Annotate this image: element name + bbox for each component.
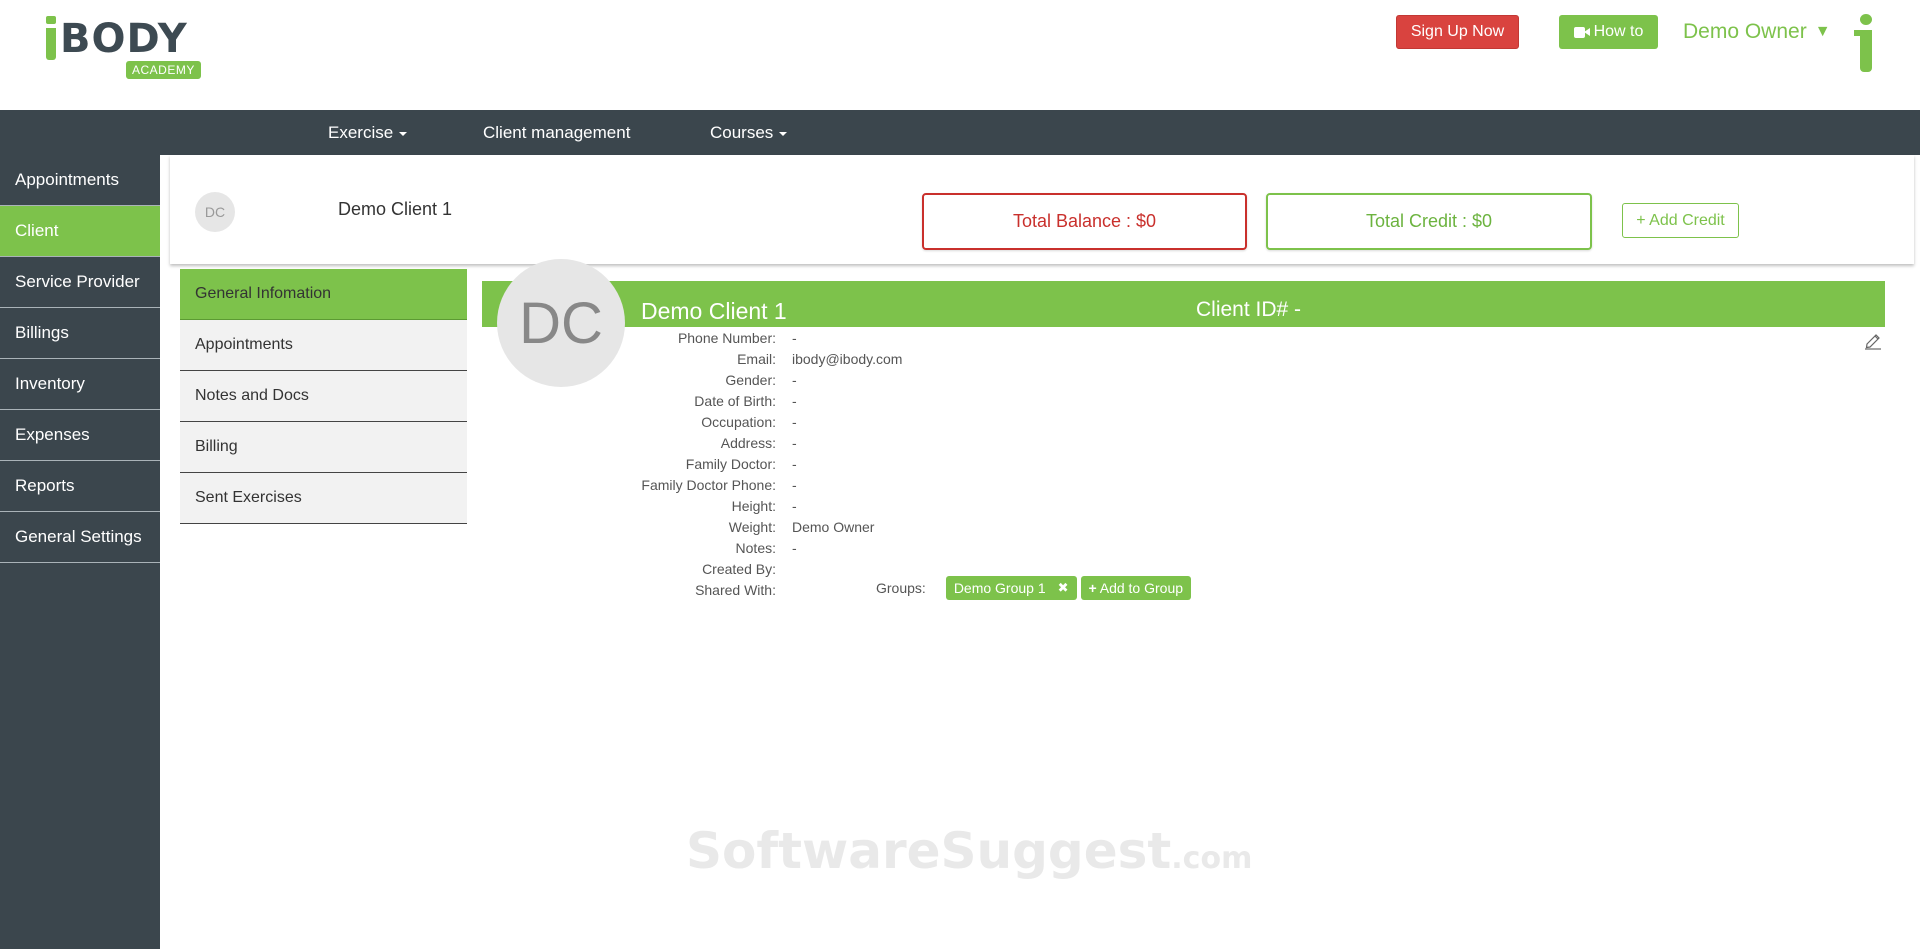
tab-general-information[interactable]: General Infomation	[180, 269, 467, 320]
nav-exercise-label: Exercise	[328, 122, 394, 142]
sidebar-item-reports[interactable]: Reports	[0, 461, 160, 512]
groups-section: Groups: Demo Group 1 ✖ + Add to Group	[876, 576, 1192, 600]
sidebar-item-client[interactable]: Client	[0, 206, 160, 257]
caret-down-icon: ▼	[1814, 23, 1831, 40]
client-name: Demo Client 1	[338, 199, 453, 219]
watermark-suffix: .com	[1171, 841, 1253, 876]
client-summary-strip: DC Demo Client 1 Total Balance : $0 Tota…	[170, 155, 1914, 264]
edit-pencil-icon[interactable]	[1863, 330, 1883, 350]
user-menu[interactable]: Demo Owner ▼	[1683, 17, 1831, 47]
sidebar-item-expenses[interactable]: Expenses	[0, 410, 160, 461]
add-to-group-label: Add to Group	[1099, 580, 1184, 596]
remove-x-icon[interactable]: ✖	[1058, 580, 1069, 596]
total-credit-box: Total Credit : $0	[1266, 193, 1592, 250]
client-id: Client ID# -	[1196, 298, 1302, 321]
total-balance-box: Total Balance : $0	[922, 193, 1247, 250]
nav-courses[interactable]: Courses	[710, 110, 788, 155]
client-avatar-large[interactable]: DC	[497, 259, 625, 387]
client-submenu: General Infomation Appointments Notes an…	[180, 269, 467, 524]
sidebar-item-general-settings[interactable]: General Settings	[0, 512, 160, 563]
logo-i-icon	[44, 16, 58, 60]
how-to-button[interactable]: How to	[1559, 15, 1658, 49]
nav-courses-label: Courses	[710, 122, 774, 142]
client-avatar-small: DC	[195, 192, 235, 232]
sidebar-item-inventory[interactable]: Inventory	[0, 359, 160, 410]
video-camera-icon	[1573, 26, 1590, 38]
group-tag-label: Demo Group 1	[953, 580, 1046, 596]
groups-label: Groups:	[876, 580, 926, 596]
client-detail-name: Demo Client 1	[641, 298, 787, 324]
add-credit-button[interactable]: + Add Credit	[1622, 203, 1739, 238]
app-header: BODY ACADEMY Sign Up Now How to Demo Own…	[0, 0, 1920, 110]
top-navigation: Exercise Client management Courses	[0, 110, 1920, 155]
sidebar-item-appointments[interactable]: Appointments	[0, 155, 160, 206]
caret-down-icon	[779, 131, 788, 136]
watermark-main: SoftwareSuggest	[686, 822, 1172, 880]
sidebar-item-billings[interactable]: Billings	[0, 308, 160, 359]
group-tag[interactable]: Demo Group 1 ✖	[945, 576, 1077, 600]
sidebar: Appointments Client Service Provider Bil…	[0, 155, 160, 949]
nav-client-management[interactable]: Client management	[483, 110, 630, 155]
ibody-academy-logo[interactable]: BODY ACADEMY	[44, 14, 204, 84]
tab-billing[interactable]: Billing	[180, 422, 467, 473]
logo-badge: ACADEMY	[126, 61, 201, 79]
plus-icon: +	[1088, 580, 1097, 596]
tab-notes-and-docs[interactable]: Notes and Docs	[180, 371, 467, 422]
tab-appointments[interactable]: Appointments	[180, 320, 467, 371]
nav-client-management-label: Client management	[483, 122, 631, 142]
caret-down-icon	[399, 131, 408, 136]
sign-up-button[interactable]: Sign Up Now	[1396, 15, 1519, 49]
nav-exercise[interactable]: Exercise	[328, 110, 408, 155]
add-to-group-button[interactable]: + Add to Group	[1080, 576, 1192, 600]
tab-sent-exercises[interactable]: Sent Exercises	[180, 473, 467, 524]
watermark: SoftwareSuggest.com	[686, 822, 1252, 880]
sidebar-item-service-provider[interactable]: Service Provider	[0, 257, 160, 308]
how-to-label: How to	[1593, 23, 1644, 40]
logo-text: BODY	[60, 16, 188, 62]
user-name: Demo Owner	[1683, 20, 1807, 43]
brand-i-icon	[1854, 14, 1874, 74]
